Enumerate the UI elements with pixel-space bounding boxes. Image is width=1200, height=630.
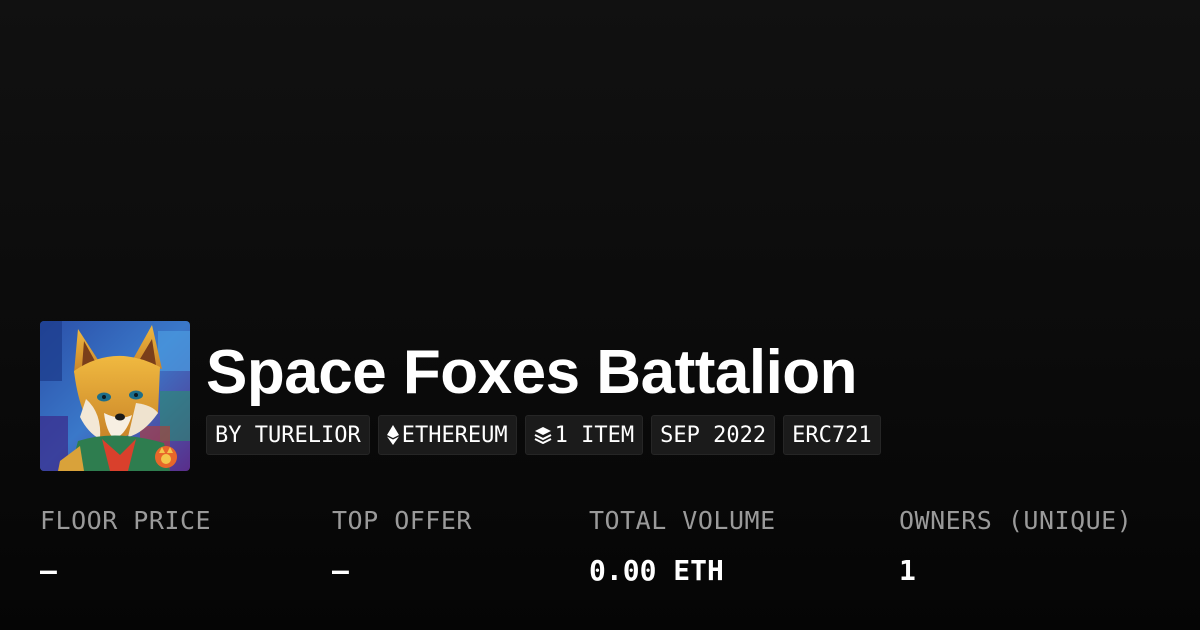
chip-item-count[interactable]: 1 ITEM [524, 415, 644, 455]
stat-total-volume: TOTAL VOLUME 0.00 ETH [589, 505, 776, 588]
fox-portrait-avatar [40, 321, 190, 471]
chip-creator-label: BY TURELIOR [215, 422, 361, 448]
stat-floor-price: FLOOR PRICE – [40, 505, 211, 588]
chip-item-count-label: 1 ITEM [554, 422, 635, 448]
collection-avatar [40, 321, 190, 471]
layers-icon [534, 426, 552, 444]
stat-owners-label: OWNERS (UNIQUE) [899, 506, 1133, 535]
stat-top-offer: TOP OFFER – [332, 505, 472, 588]
chip-token-standard-label: ERC721 [792, 422, 872, 448]
stat-top-offer-label: TOP OFFER [332, 506, 472, 535]
chip-chain-label: ETHEREUM [401, 422, 508, 448]
stat-total-volume-label: TOTAL VOLUME [589, 506, 776, 535]
ethereum-icon [386, 425, 399, 445]
chip-chain[interactable]: ETHEREUM [377, 415, 517, 455]
chip-creator[interactable]: BY TURELIOR [206, 415, 370, 455]
stat-total-volume-value: 0.00 ETH [589, 554, 724, 587]
stat-owners-value: 1 [899, 554, 916, 587]
chip-token-standard: ERC721 [783, 415, 881, 455]
stat-floor-price-label: FLOOR PRICE [40, 506, 212, 535]
chip-created-date-label: SEP 2022 [660, 422, 767, 448]
stat-floor-price-value: – [40, 554, 57, 587]
collection-meta-chips: BY TURELIOR ETHEREUM 1 ITEM SEP 2022 ERC… [206, 415, 881, 455]
stat-owners: OWNERS (UNIQUE) 1 [899, 505, 1132, 588]
collection-title: Space Foxes Battalion [206, 338, 858, 407]
chip-created-date: SEP 2022 [651, 415, 776, 455]
stat-top-offer-value: – [332, 554, 349, 587]
